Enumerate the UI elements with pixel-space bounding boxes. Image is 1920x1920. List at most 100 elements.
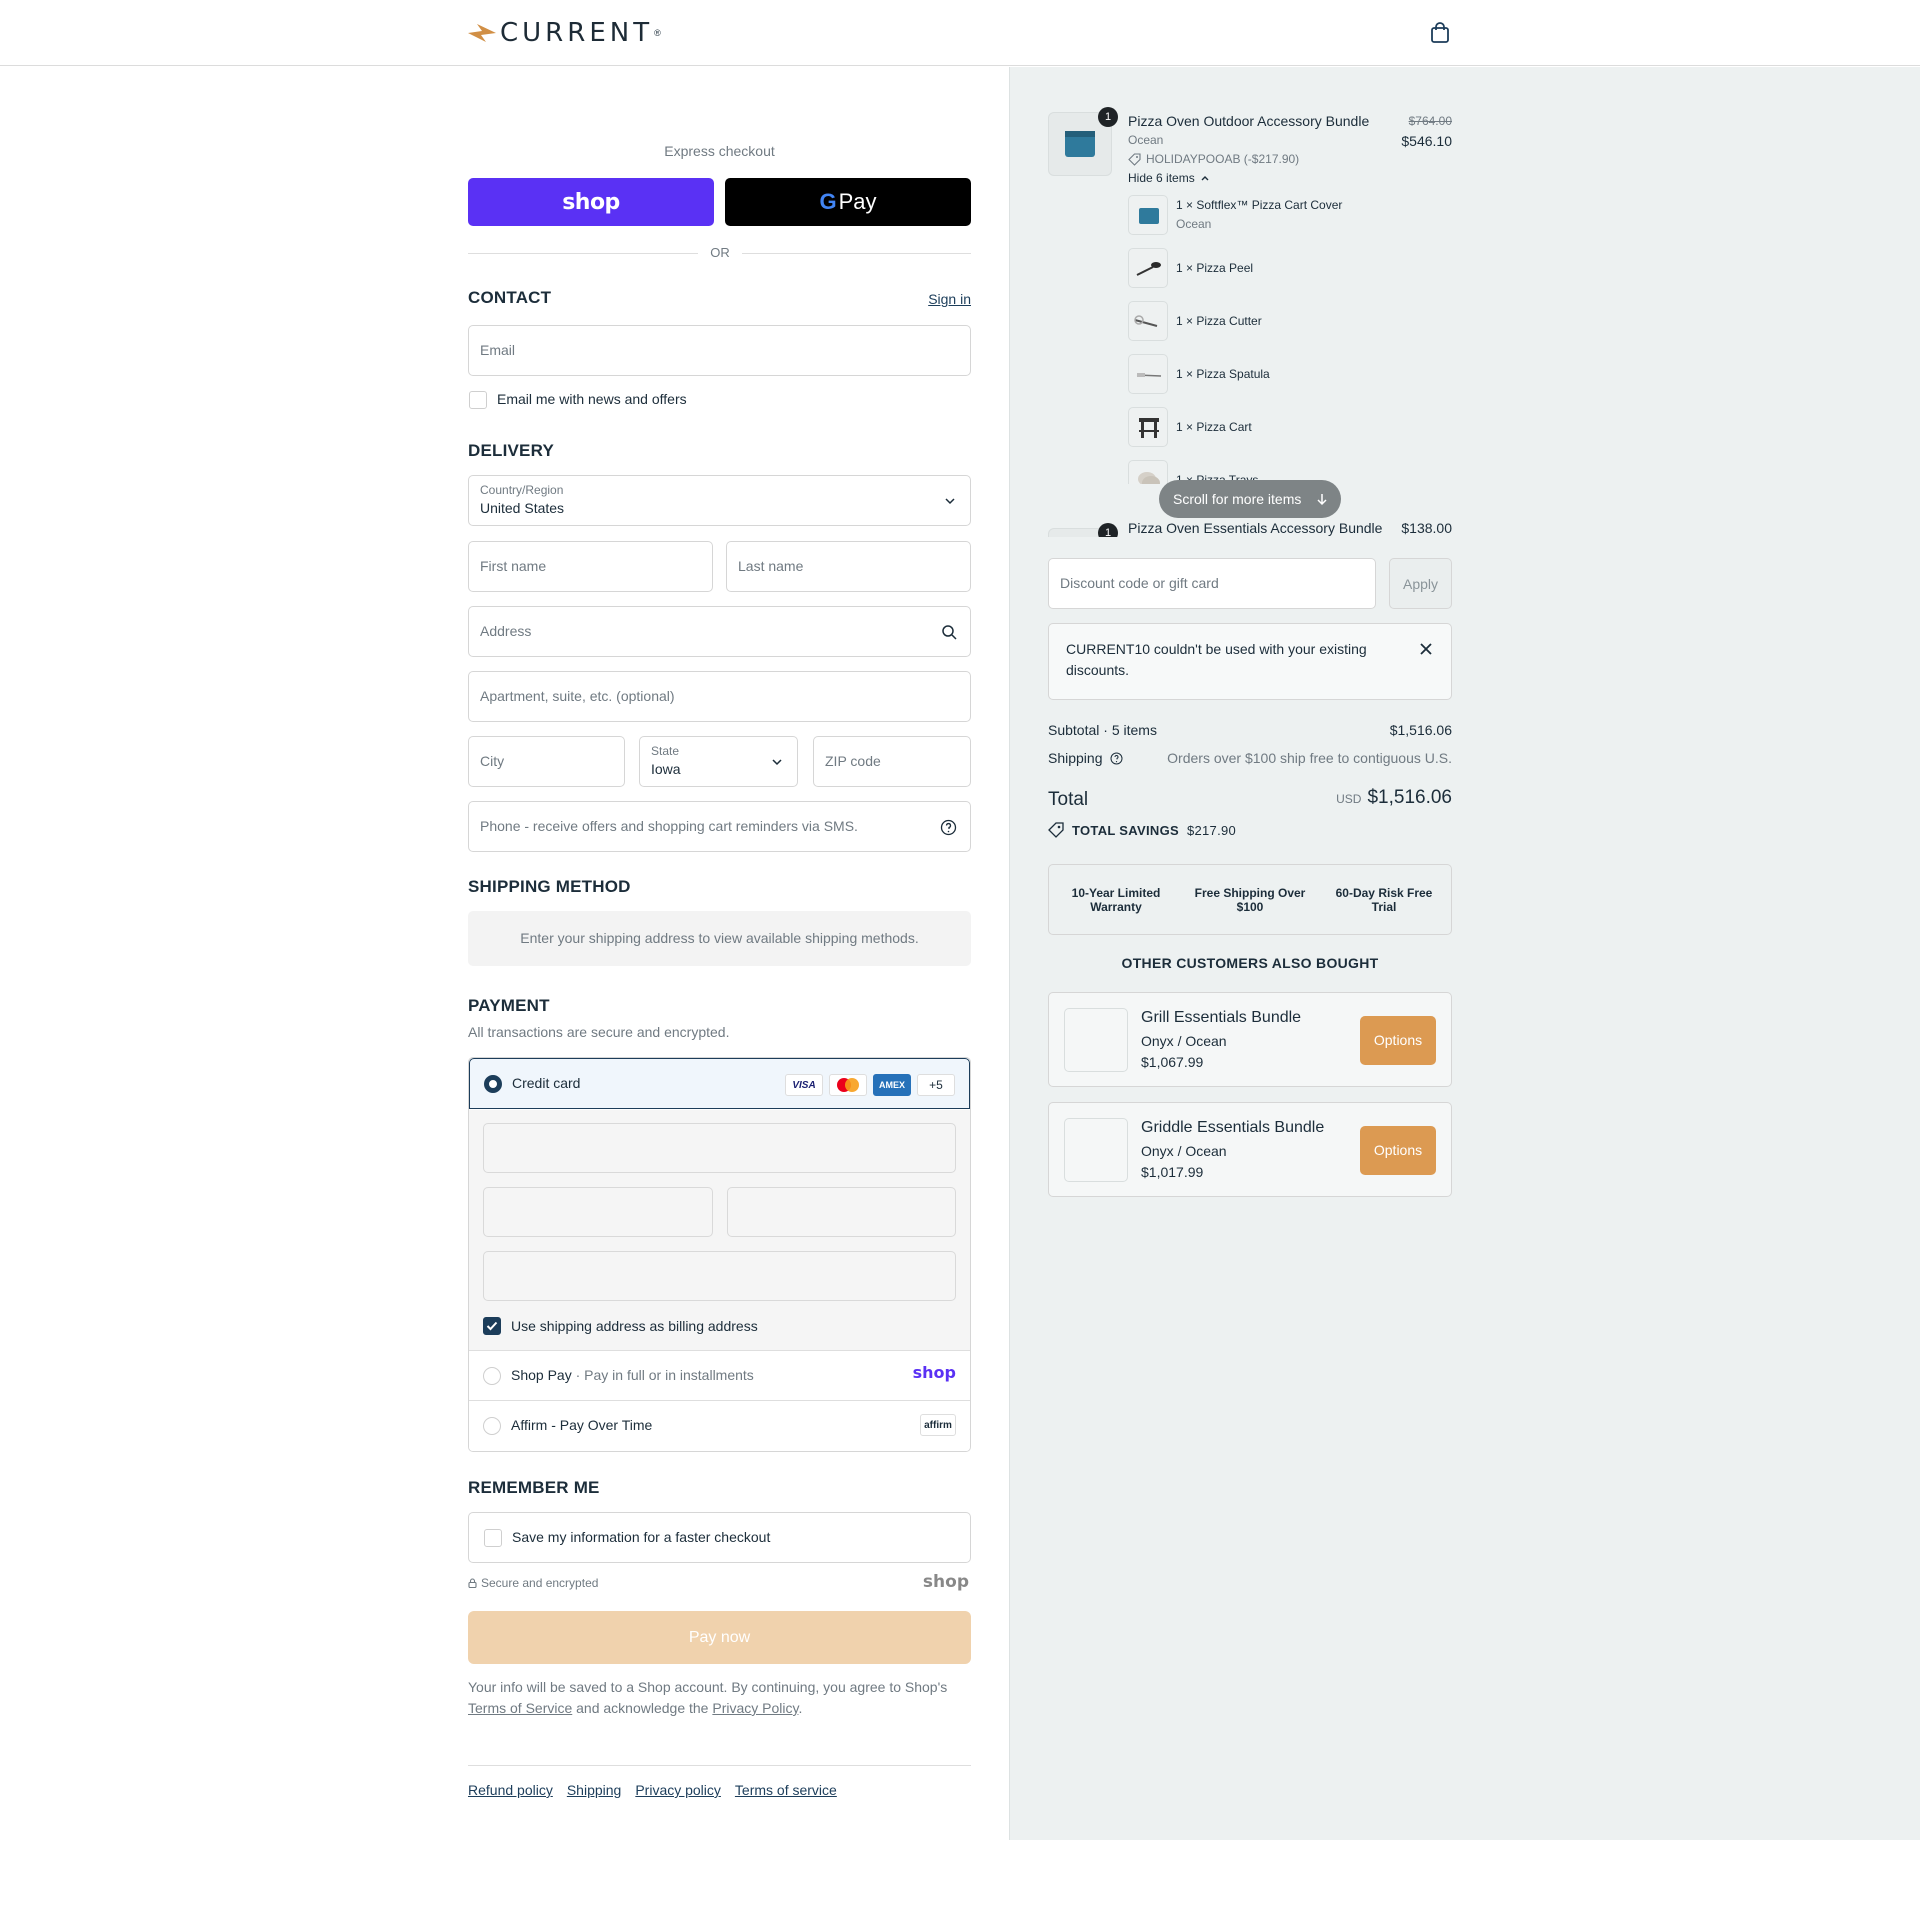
terms-of-service-link[interactable]: Terms of Service — [468, 1700, 572, 1716]
secure-label: Secure and encrypted — [481, 1576, 599, 1590]
shipping-method-placeholder: Enter your shipping address to view avai… — [468, 911, 971, 966]
remember-me-checkbox[interactable] — [484, 1529, 502, 1547]
country-select[interactable]: Country/Region United States — [468, 475, 971, 526]
payment-title: PAYMENT — [468, 996, 550, 1015]
credit-card-radio[interactable] — [484, 1075, 502, 1093]
billing-same-checkbox[interactable] — [483, 1317, 501, 1335]
country-label: Country/Region — [480, 483, 564, 497]
header: CURRENT ® — [0, 0, 1920, 66]
lock-icon — [468, 1578, 477, 1589]
savings-label: TOTAL SAVINGS — [1072, 822, 1179, 838]
sub-item-name: 1 × Pizza Spatula — [1176, 367, 1270, 381]
checkmark-icon — [486, 1321, 498, 1331]
shop-pay-logo: shop — [912, 1363, 956, 1382]
subtotal-value: $1,516.06 — [1389, 722, 1452, 738]
privacy-policy-footer-link[interactable]: Privacy policy — [635, 1782, 721, 1798]
shop-pay-button[interactable]: shop — [468, 178, 714, 226]
terms-of-service-footer-link[interactable]: Terms of service — [735, 1782, 837, 1798]
first-name-field[interactable]: First name — [468, 541, 713, 592]
search-icon — [942, 625, 957, 640]
state-select[interactable]: State Iowa — [639, 736, 798, 787]
options-button[interactable]: Options — [1360, 1016, 1436, 1065]
city-field[interactable]: City — [468, 736, 625, 787]
discount-code-input[interactable]: Discount code or gift card — [1048, 558, 1376, 609]
remember-me-option[interactable]: Save my information for a faster checkou… — [468, 1512, 971, 1563]
phone-placeholder: Phone - receive offers and shopping cart… — [480, 818, 858, 834]
sub-item-name: 1 × Pizza Cart — [1176, 420, 1252, 434]
zip-field[interactable]: ZIP code — [813, 736, 971, 787]
sub-item-image — [1128, 460, 1168, 484]
mastercard-icon — [829, 1074, 867, 1096]
state-value: Iowa — [651, 761, 681, 777]
affirm-label: Affirm - Pay Over Time — [511, 1417, 653, 1433]
sub-item-image — [1128, 301, 1168, 341]
email-field[interactable]: Email — [468, 325, 971, 376]
last-name-placeholder: Last name — [738, 558, 804, 574]
country-value: United States — [480, 500, 565, 516]
recommendation-price: $1,017.99 — [1141, 1164, 1204, 1180]
security-code-field[interactable] — [727, 1187, 956, 1237]
product-name: Pizza Oven Outdoor Accessory Bundle — [1128, 113, 1370, 129]
shop-pay-radio[interactable] — [483, 1367, 501, 1385]
subtotal-label: Subtotal · 5 items — [1048, 722, 1157, 738]
last-name-field[interactable]: Last name — [726, 541, 971, 592]
sub-item-image — [1128, 248, 1168, 288]
expiry-field[interactable] — [483, 1187, 713, 1237]
payment-subtitle: All transactions are secure and encrypte… — [468, 1024, 730, 1040]
hide-items-label: Hide 6 items — [1128, 171, 1195, 185]
hide-items-toggle[interactable]: Hide 6 items — [1128, 171, 1210, 185]
affirm-option[interactable]: Affirm - Pay Over Time affirm — [469, 1401, 970, 1451]
help-icon[interactable] — [940, 819, 957, 836]
credit-card-option[interactable]: Credit card VISA AMEX +5 — [469, 1058, 970, 1109]
apply-discount-button[interactable]: Apply — [1389, 558, 1452, 609]
tag-icon — [1128, 152, 1141, 166]
remember-me-label: Save my information for a faster checkou… — [512, 1529, 771, 1545]
refund-policy-link[interactable]: Refund policy — [468, 1782, 553, 1798]
product-variant: Ocean — [1128, 133, 1164, 147]
shipping-label: Shipping — [1048, 750, 1103, 766]
perks-box: 10-Year Limited Warranty Free Shipping O… — [1048, 864, 1452, 935]
help-icon[interactable] — [1110, 752, 1123, 765]
name-on-card-field[interactable] — [483, 1251, 956, 1301]
scroll-more-button[interactable]: Scroll for more items — [1159, 480, 1341, 518]
close-icon[interactable] — [1419, 642, 1433, 656]
shopping-bag-icon[interactable] — [1428, 21, 1452, 45]
sub-item-name: 1 × Pizza Peel — [1176, 261, 1254, 275]
address-field[interactable]: Address — [468, 606, 971, 657]
product-price: $546.10 — [1401, 133, 1452, 149]
recommendation-image — [1064, 1008, 1128, 1072]
legal-middle: and acknowledge the — [572, 1700, 713, 1716]
options-button[interactable]: Options — [1360, 1126, 1436, 1175]
footer-divider — [468, 1765, 971, 1766]
recommendation-variant: Onyx / Ocean — [1141, 1143, 1227, 1159]
privacy-policy-link[interactable]: Privacy Policy — [712, 1700, 798, 1716]
discount-code-label: HOLIDAYPOOAB (-$217.90) — [1146, 152, 1300, 166]
google-pay-button[interactable]: G Pay — [725, 178, 971, 226]
newsletter-checkbox[interactable] — [469, 391, 487, 409]
payment-options: Credit card VISA AMEX +5 Use shipping ad… — [468, 1057, 971, 1452]
sub-item-image — [1128, 195, 1168, 235]
chevron-down-icon — [945, 498, 955, 505]
shop-pay-text: Shop Pay · Pay in full or in installment… — [511, 1367, 754, 1383]
shop-pay-option[interactable]: Shop Pay · Pay in full or in installment… — [469, 1351, 970, 1401]
chevron-up-icon — [1201, 176, 1209, 181]
warranty-perk: 10-Year Limited Warranty — [1071, 885, 1161, 914]
product-price: $138.00 — [1401, 520, 1452, 536]
affirm-radio[interactable] — [483, 1417, 501, 1435]
sign-in-link[interactable]: Sign in — [928, 291, 971, 307]
recommendation-price: $1,067.99 — [1141, 1054, 1204, 1070]
discount-tag: HOLIDAYPOOAB (-$217.90) — [1128, 152, 1299, 166]
free-shipping-perk: Free Shipping Over $100 — [1194, 885, 1306, 914]
phone-field[interactable]: Phone - receive offers and shopping cart… — [468, 801, 971, 852]
quantity-badge: 1 — [1098, 107, 1118, 127]
sub-item-name: 1 × Pizza Cutter — [1176, 314, 1262, 328]
chevron-down-icon — [772, 759, 782, 766]
product-2-clip: 1 Pizza Oven Essentials Accessory Bundle… — [1048, 517, 1452, 537]
shop-pay-label: Shop Pay — [511, 1367, 572, 1383]
apartment-field[interactable]: Apartment, suite, etc. (optional) — [468, 671, 971, 722]
shipping-link[interactable]: Shipping — [567, 1782, 622, 1798]
pay-now-button[interactable]: Pay now — [468, 1611, 971, 1664]
current-logo[interactable]: CURRENT ® — [468, 18, 661, 48]
google-pay-label: Pay — [838, 189, 877, 214]
card-number-field[interactable] — [483, 1123, 956, 1173]
